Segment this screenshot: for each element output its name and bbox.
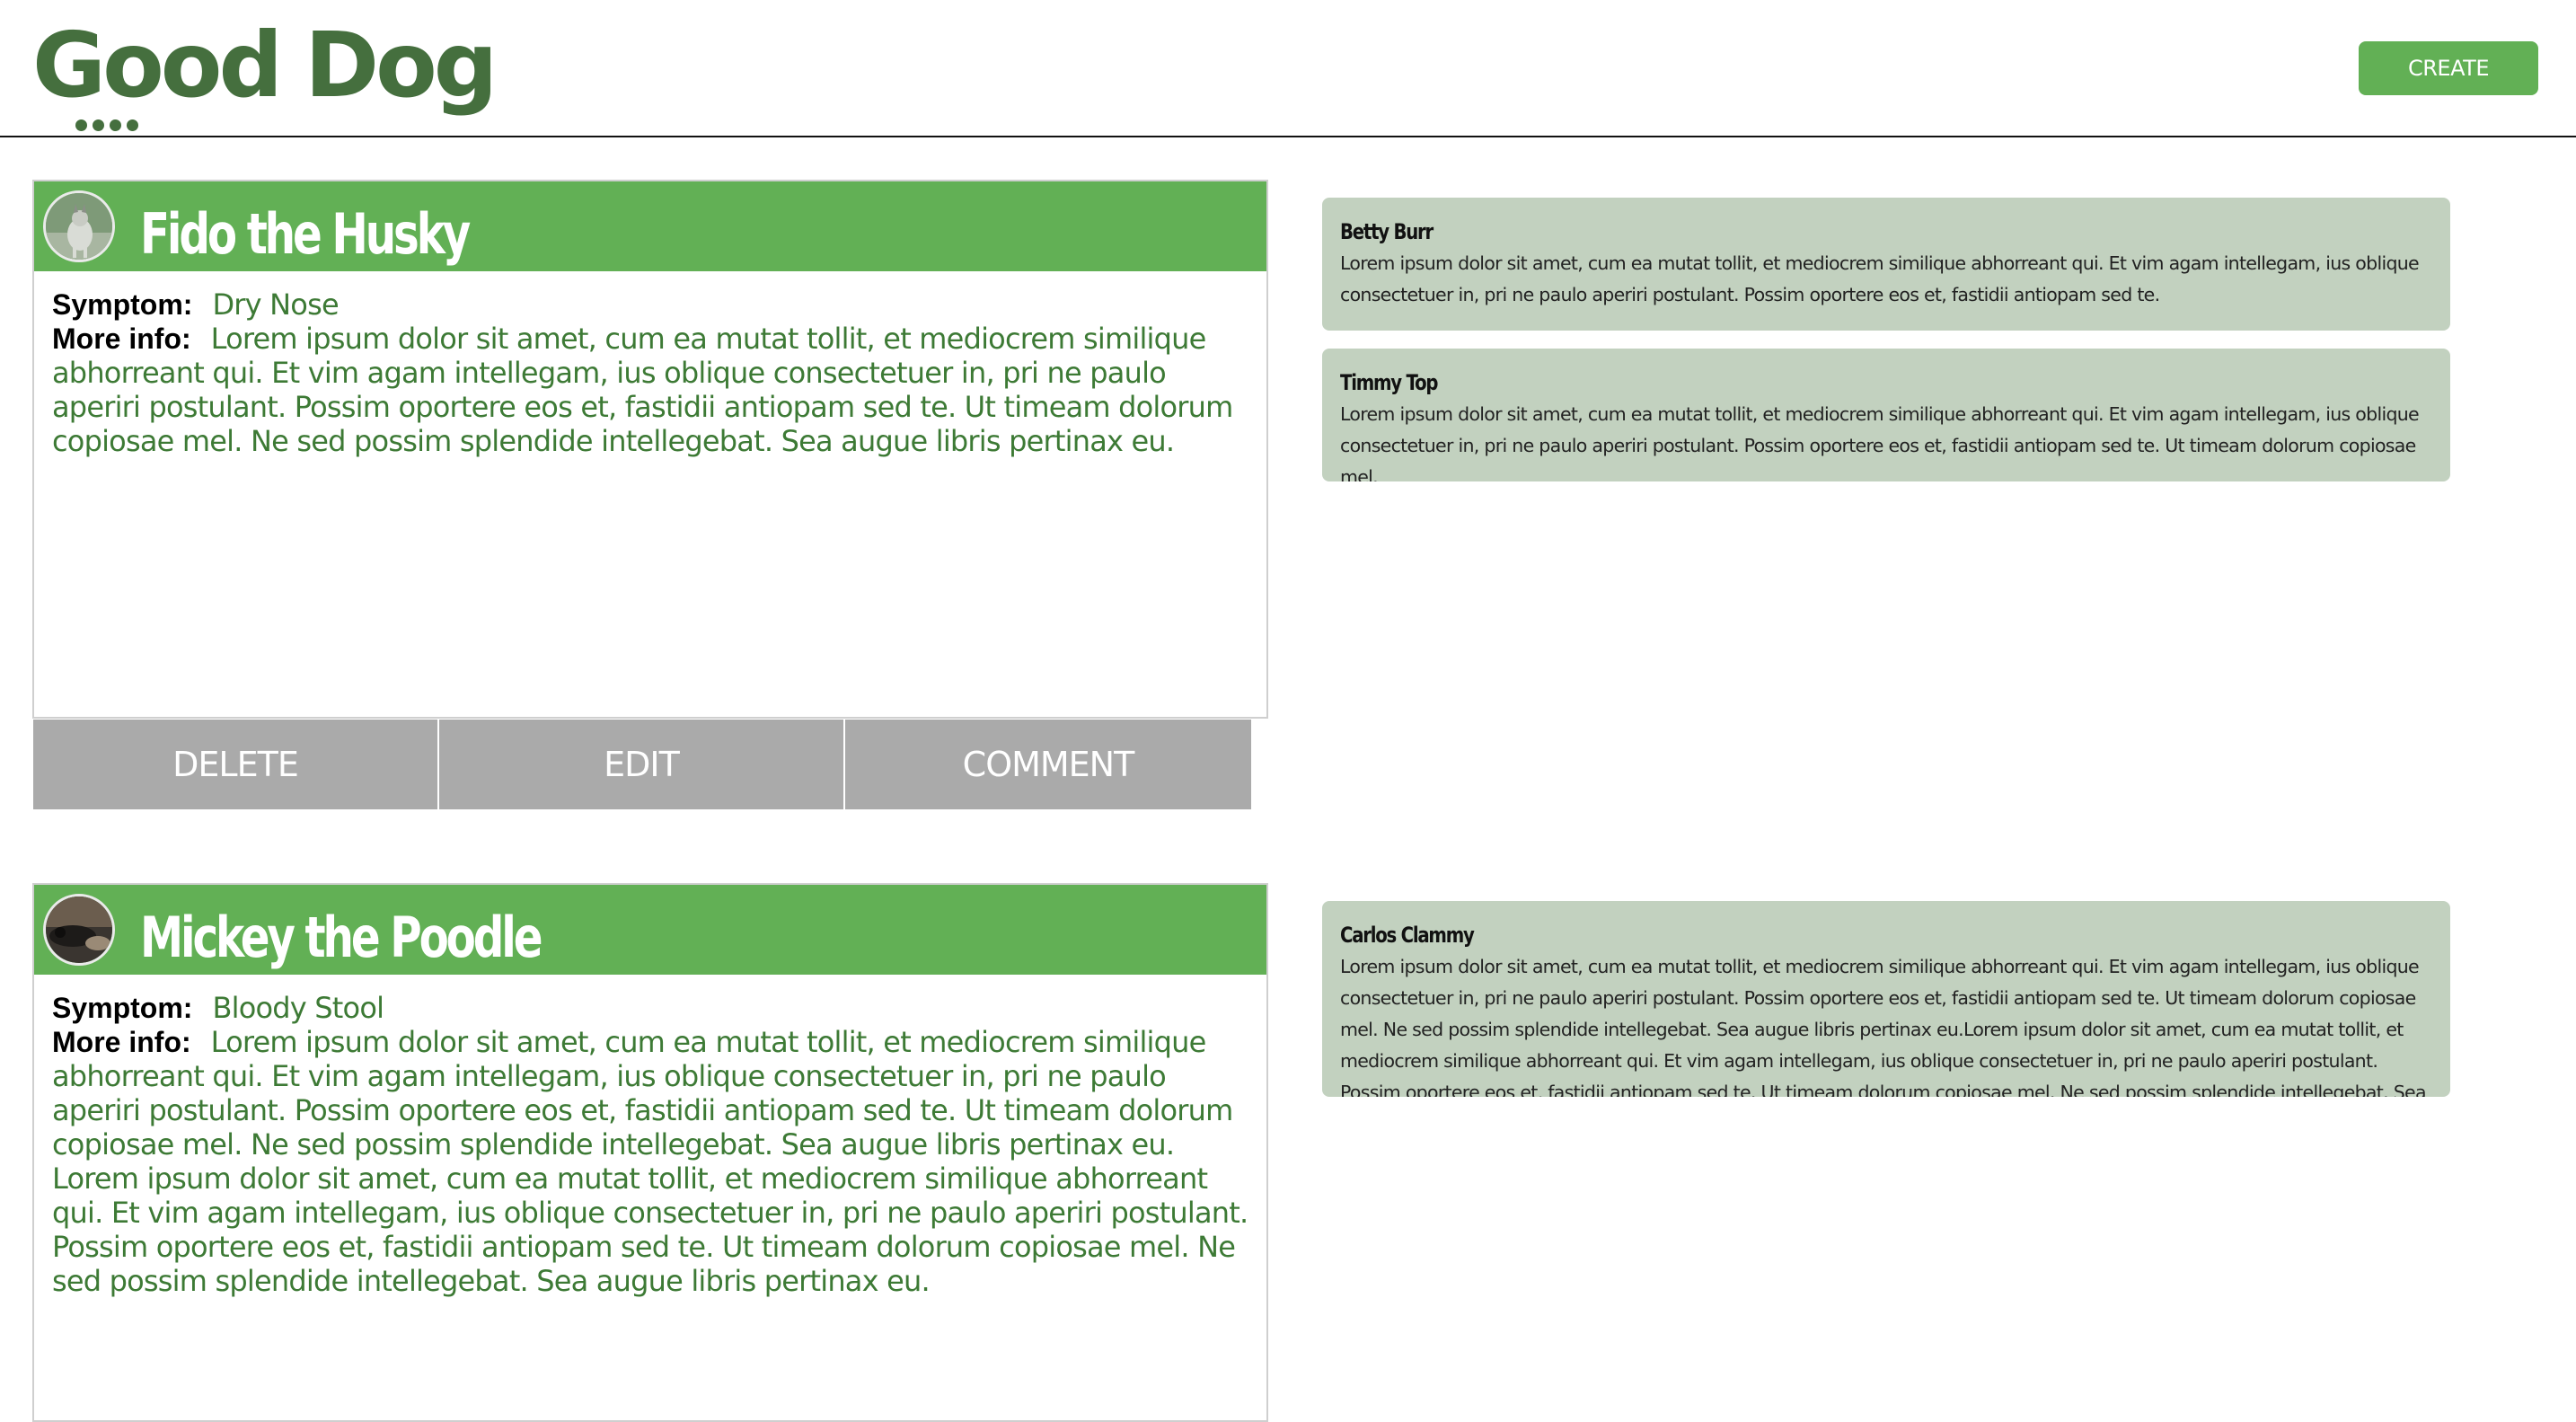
more-info-text: Lorem ipsum dolor sit amet, cum ea mutat… xyxy=(52,1025,1248,1298)
post-card: Fido the Husky Symptom: Dry Nose More inf… xyxy=(32,180,1268,719)
symptom-value: Bloody Stool xyxy=(212,991,384,1025)
symptom-row: Symptom: Bloody Stool xyxy=(52,991,1248,1025)
delete-button[interactable]: DELETE xyxy=(33,720,439,809)
symptom-label: Symptom: xyxy=(52,992,193,1024)
post-actions-bar: DELETE EDIT COMMENT xyxy=(33,720,1251,809)
dog-avatar xyxy=(43,894,115,966)
comment-button[interactable]: COMMENT xyxy=(845,720,1251,809)
comment-text: Lorem ipsum dolor sit amet, cum ea mutat… xyxy=(1340,956,2427,1097)
info-row: More info: Lorem ipsum dolor sit amet, cu… xyxy=(52,322,1248,458)
logo-word-dog: Dog xyxy=(304,13,498,118)
info-row: More info: Lorem ipsum dolor sit amet, cu… xyxy=(52,1025,1248,1298)
husky-photo-icon xyxy=(46,193,112,260)
app-header: Good Dog CREATE xyxy=(0,0,2576,137)
comment-card: Timmy Top Lorem ipsum dolor sit amet, cu… xyxy=(1322,349,2450,481)
comment-card: Carlos Clammy Lorem ipsum dolor sit amet… xyxy=(1322,901,2450,1097)
post-header: Fido the Husky xyxy=(34,181,1266,271)
poodle-photo-icon xyxy=(46,896,112,963)
symptom-row: Symptom: Dry Nose xyxy=(52,287,1248,322)
more-info-text: Lorem ipsum dolor sit amet, cum ea mutat… xyxy=(52,322,1233,458)
comment-author: Carlos Clammy xyxy=(1340,923,1475,948)
more-info-label: More info: xyxy=(52,1026,191,1058)
post-card: Mickey the Poodle Symptom: Bloody Stool M… xyxy=(32,883,1268,1422)
post-header: Mickey the Poodle xyxy=(34,885,1266,975)
logo-word-good: Good xyxy=(32,13,283,118)
comment-text: Lorem ipsum dolor sit amet, cum ea mutat… xyxy=(1340,252,2420,305)
comment-card: Betty Burr Lorem ipsum dolor sit amet, c… xyxy=(1322,198,2450,331)
paw-dots-icon xyxy=(75,119,138,131)
post-title: Fido the Husky xyxy=(140,201,471,267)
comment-author: Betty Burr xyxy=(1340,219,1434,244)
more-info-label: More info: xyxy=(52,322,191,355)
symptom-value: Dry Nose xyxy=(212,287,339,322)
post-body: Symptom: Bloody Stool More info: Lorem ips… xyxy=(34,975,1266,1298)
edit-button[interactable]: EDIT xyxy=(439,720,845,809)
good-dog-logo[interactable]: Good Dog xyxy=(32,13,519,131)
post-title: Mickey the Poodle xyxy=(140,905,543,970)
symptom-label: Symptom: xyxy=(52,288,193,321)
create-button[interactable]: CREATE xyxy=(2359,41,2538,95)
dog-avatar xyxy=(43,190,115,262)
comment-author: Timmy Top xyxy=(1340,370,1438,395)
post-body: Symptom: Dry Nose More info: Lorem ipsum d… xyxy=(34,271,1266,458)
comment-text: Lorem ipsum dolor sit amet, cum ea mutat… xyxy=(1340,403,2420,481)
